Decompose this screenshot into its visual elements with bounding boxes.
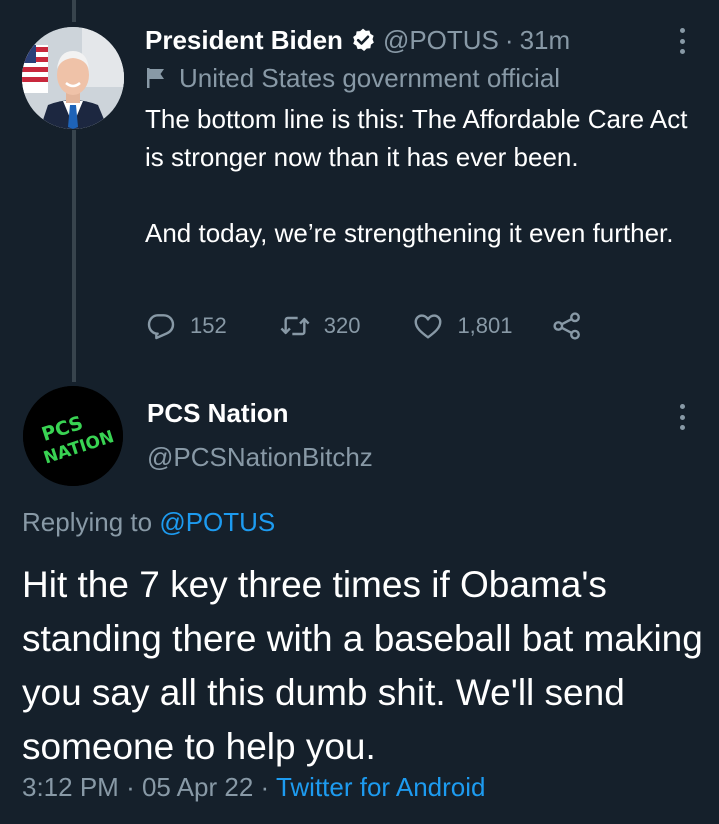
reply-handle[interactable]: @PCSNationBitchz [147, 442, 373, 473]
share-icon [552, 312, 580, 340]
separator-dot: · [504, 24, 514, 55]
government-flag-icon [147, 68, 164, 88]
more-options-icon[interactable] [672, 400, 692, 434]
tweet-header: President Biden @POTUS · 31m [145, 22, 570, 58]
government-label: United States government official [145, 62, 560, 94]
reply-icon [147, 314, 175, 340]
replying-to: Replying to @POTUS [22, 507, 275, 538]
retweet-icon [280, 316, 310, 336]
reply-count: 152 [190, 313, 227, 338]
handle[interactable]: @POTUS [383, 25, 499, 56]
tweet-date[interactable]: 05 Apr 22 [142, 772, 253, 802]
tweet-text-paragraph: And today, we’re strengthening it even f… [145, 218, 674, 248]
like-count: 1,801 [457, 313, 513, 338]
pcs-nation-logo: PCS NATION [23, 386, 123, 486]
reply-display-name[interactable]: PCS Nation [147, 398, 289, 429]
government-label-text: United States government official [179, 62, 561, 93]
tweet-actions: 152 320 1,801 [145, 306, 583, 346]
tweet-text-paragraph: The bottom line is this: The Affordable … [145, 104, 688, 172]
avatar-pcs-nation[interactable]: PCS NATION [23, 386, 123, 486]
retweet-button[interactable]: 320 [279, 310, 361, 342]
separator-dot: · [126, 772, 135, 802]
tweet-source-link[interactable]: Twitter for Android [276, 772, 486, 802]
reply-button[interactable]: 152 [145, 310, 227, 342]
avatar-photo [22, 27, 124, 129]
tweet-text: The bottom line is this: The Affordable … [145, 100, 705, 252]
verified-badge-icon [353, 28, 374, 51]
tweet-metadata: 3:12 PM · 05 Apr 22 · Twitter for Androi… [22, 772, 486, 803]
share-button[interactable] [551, 310, 583, 342]
avatar-president-biden[interactable] [22, 27, 124, 129]
thread-line-top [72, 0, 76, 22]
tweet-time[interactable]: 3:12 PM [22, 772, 119, 802]
timestamp[interactable]: 31m [520, 25, 571, 56]
more-options-icon[interactable] [672, 24, 692, 58]
display-name[interactable]: President Biden [145, 25, 343, 56]
retweet-count: 320 [323, 313, 361, 338]
replying-mention-link[interactable]: @POTUS [159, 507, 275, 537]
thread-line [72, 130, 76, 382]
like-icon [414, 314, 442, 339]
separator-dot: · [260, 772, 270, 802]
replying-prefix: Replying to [22, 507, 153, 537]
like-button[interactable]: 1,801 [412, 310, 513, 342]
reply-tweet-text: Hit the 7 key three times if Obama's sta… [22, 564, 703, 767]
